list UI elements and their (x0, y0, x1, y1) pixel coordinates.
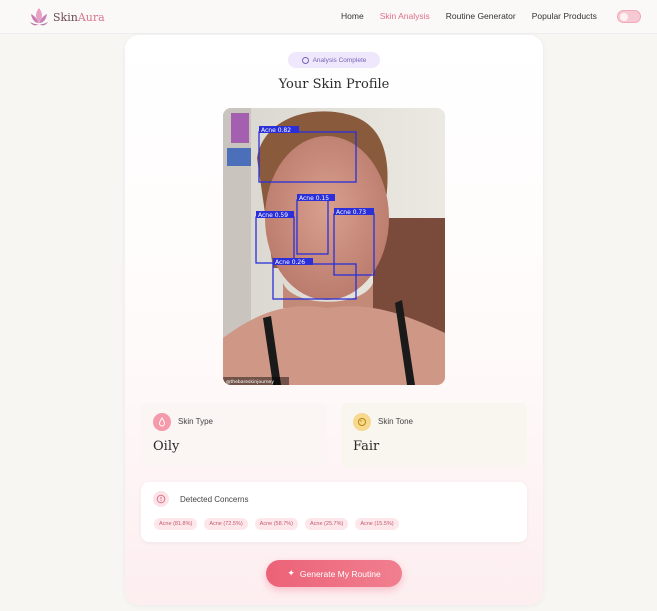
detection-label: Acne 0.73 (336, 209, 366, 216)
nav-routine-generator[interactable]: Routine Generator (446, 11, 516, 21)
check-circle-icon (301, 56, 309, 64)
brand-name: SkinAura (53, 10, 105, 24)
detection-label: Acne 0.59 (258, 212, 288, 219)
detection-label: Acne 0.82 (261, 127, 291, 134)
detection-label: Acne 0.15 (299, 195, 329, 202)
skin-tone-value: Fair (353, 439, 380, 454)
detected-concerns-panel: Detected Concerns Acne (81.8%) Acne (72.… (141, 482, 527, 542)
navbar: SkinAura Home Skin Analysis Routine Gene… (0, 0, 657, 34)
analyzed-face-photo: Acne 0.82 Acne 0.15 Acne 0.59 Acne 0.73 … (223, 108, 445, 385)
nav-home[interactable]: Home (341, 11, 364, 21)
concern-tag: Acne (15.5%) (355, 518, 399, 530)
magic-wand-icon: ✦ (287, 568, 295, 578)
alert-circle-icon (153, 491, 169, 507)
skin-tone-label: Skin Tone (378, 417, 413, 426)
concern-tag: Acne (81.8%) (154, 518, 198, 530)
concern-tag: Acne (58.7%) (254, 518, 298, 530)
palette-icon (353, 413, 371, 431)
concern-tags: Acne (81.8%) Acne (72.5%) Acne (58.7%) A… (154, 518, 406, 530)
nav-skin-analysis[interactable]: Skin Analysis (380, 11, 430, 21)
concern-tag: Acne (72.5%) (204, 518, 248, 530)
droplet-icon (153, 413, 171, 431)
generate-routine-label: Generate My Routine (299, 568, 381, 579)
skin-type-card: Skin Type Oily (141, 403, 327, 467)
lotus-logo-icon (30, 8, 48, 26)
status-badge-label: Analysis Complete (312, 56, 367, 64)
skin-profile-card: Analysis Complete Your Skin Profile Acne… (125, 35, 543, 605)
skin-type-label: Skin Type (178, 417, 213, 426)
skin-tone-card: Skin Tone Fair (341, 403, 527, 467)
generate-routine-button[interactable]: ✦ Generate My Routine (266, 560, 402, 587)
concern-tag: Acne (25.7%) (304, 518, 349, 530)
nav-popular-products[interactable]: Popular Products (532, 11, 597, 21)
theme-toggle[interactable] (617, 10, 641, 23)
detected-concerns-label: Detected Concerns (180, 495, 249, 504)
brand-logo[interactable]: SkinAura (28, 5, 105, 29)
detection-label: Acne 0.26 (275, 259, 305, 266)
skin-stats: Skin Type Oily Skin Tone Fair (141, 403, 527, 467)
skin-type-value: Oily (153, 439, 180, 454)
sun-icon (620, 13, 628, 21)
photo-watermark: @thebareskinjourney (226, 379, 274, 385)
page-title: Your Skin Profile (278, 77, 390, 92)
status-badge: Analysis Complete (288, 52, 380, 68)
nav-links: Home Skin Analysis Routine Generator Pop… (341, 11, 613, 21)
